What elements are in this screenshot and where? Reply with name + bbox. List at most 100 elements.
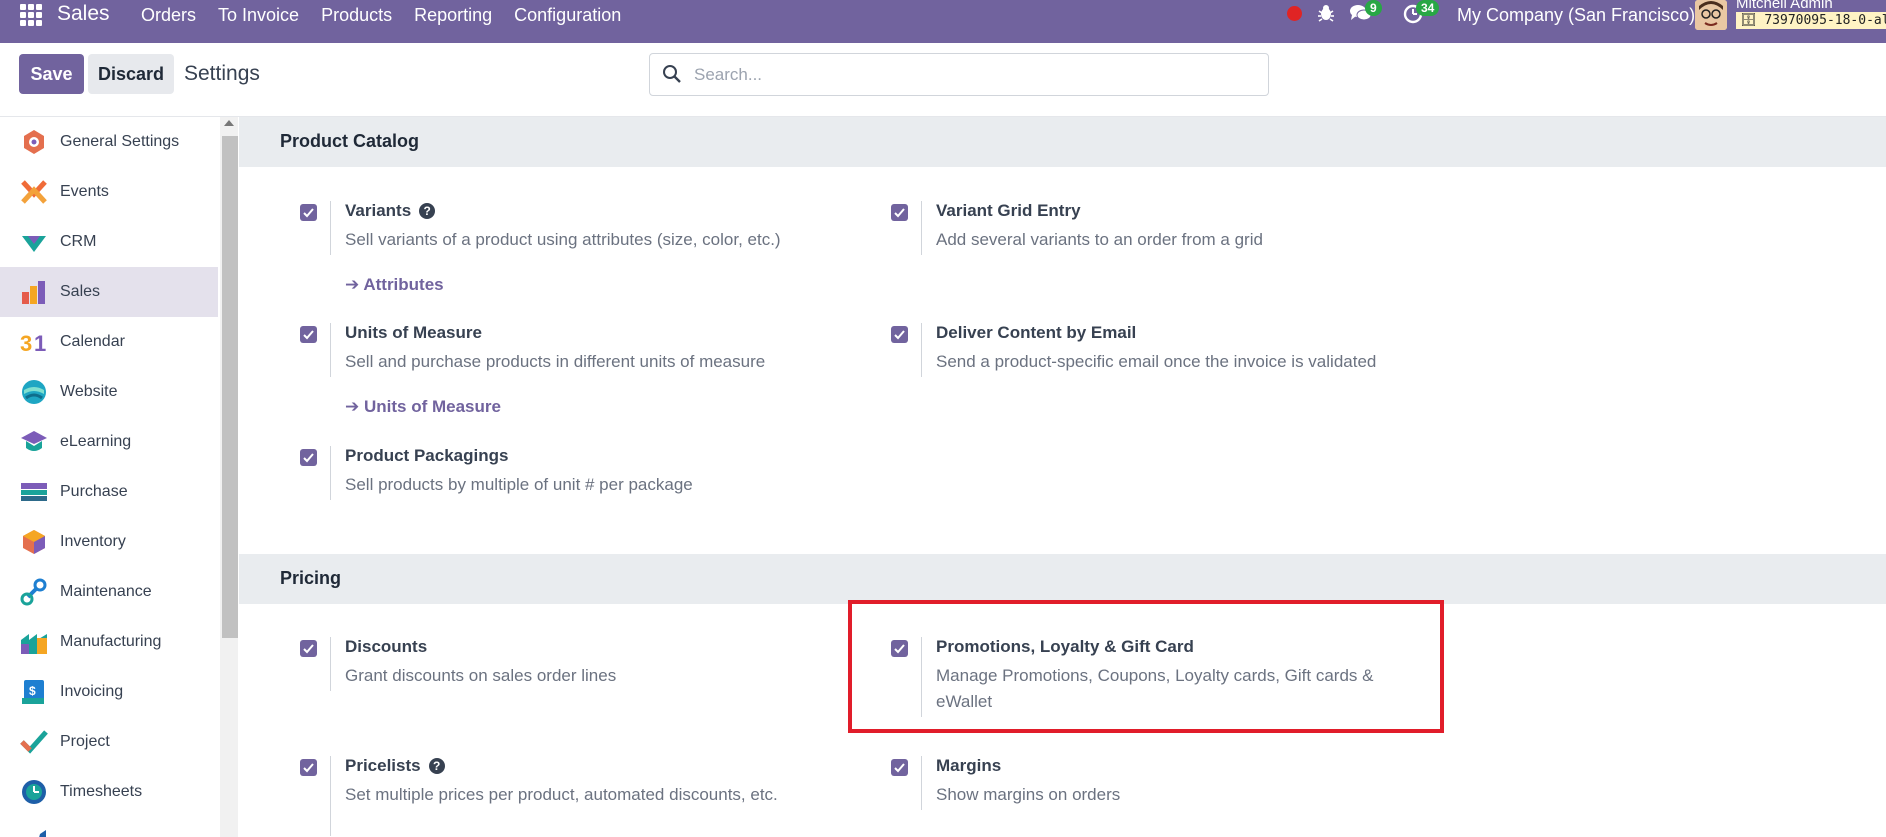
sidebar-label: Project [60, 733, 110, 750]
scroll-up-arrow[interactable] [224, 120, 234, 126]
discard-button[interactable]: Discard [88, 54, 174, 94]
crm-icon [22, 236, 46, 252]
recording-icon[interactable] [1287, 6, 1302, 21]
main-menu: Orders To Invoice Products Reporting Con… [130, 5, 632, 26]
sidebar-label: Sales [60, 283, 101, 300]
packagings-checkbox[interactable] [300, 449, 317, 466]
margins-checkbox[interactable] [891, 759, 908, 776]
divider [330, 446, 331, 500]
link-text: Units of Measure [363, 397, 501, 416]
svg-text:1: 1 [34, 331, 46, 356]
svg-text:3: 3 [20, 331, 32, 356]
timesheets-icon [22, 780, 46, 804]
section-header-pricing: Pricing [239, 554, 1886, 604]
setting-title-text: Pricelists [345, 756, 421, 775]
search-box[interactable] [649, 53, 1269, 96]
database-name: 🗄 73970095-18-0-all [1736, 12, 1886, 29]
database-name-text: 73970095-18-0-all [1764, 13, 1886, 28]
divider [921, 756, 922, 810]
search-icon [663, 65, 681, 83]
sidebar-item-sales[interactable]: Sales [0, 267, 218, 317]
sidebar-item-general-settings[interactable]: General Settings [0, 117, 218, 167]
sidebar-label: Maintenance [60, 583, 152, 600]
website-icon [22, 380, 46, 404]
calendar-icon: 3 1 [20, 331, 46, 356]
sidebar-item-elearning[interactable]: eLearning [0, 417, 218, 467]
setting-description: Sell variants of a product using attribu… [345, 230, 781, 249]
invoicing-icon: $ [22, 680, 44, 704]
menu-configuration[interactable]: Configuration [503, 5, 632, 26]
apps-menu-icon[interactable] [20, 4, 42, 26]
sidebar-label: eLearning [60, 433, 132, 450]
user-avatar[interactable] [1695, 0, 1727, 30]
settings-sidebar: General Settings Events CRM Sales 3 1 Ca… [0, 117, 238, 837]
setting-title: Units of Measure [345, 323, 482, 342]
sidebar-item-website[interactable]: Website [0, 367, 218, 417]
setting-description: Set multiple prices per product, automat… [345, 785, 778, 804]
sidebar-label: Calendar [60, 333, 125, 350]
chat-count-badge: 9 [1365, 0, 1382, 16]
search-input[interactable] [694, 60, 1254, 90]
maintenance-icon [20, 578, 47, 606]
menu-to-invoice[interactable]: To Invoice [207, 5, 310, 26]
divider [921, 323, 922, 377]
menu-reporting[interactable]: Reporting [403, 5, 503, 26]
sidebar-item-manufacturing[interactable]: Manufacturing [0, 617, 218, 667]
sidebar-item-inventory[interactable]: Inventory [0, 517, 218, 567]
setting-title: Deliver Content by Email [936, 323, 1137, 342]
uom-checkbox[interactable] [300, 326, 317, 343]
divider [330, 637, 331, 691]
partial-app-icon [39, 830, 46, 837]
app-brand[interactable]: Sales [57, 2, 110, 26]
sidebar-item-events[interactable]: Events [0, 167, 218, 217]
sidebar-item-calendar[interactable]: 3 1 Calendar [0, 317, 218, 367]
bug-icon[interactable] [1316, 3, 1336, 23]
sidebar-item-project[interactable]: Project [0, 717, 218, 767]
deliver-email-checkbox[interactable] [891, 326, 908, 343]
menu-products[interactable]: Products [310, 5, 403, 26]
divider [330, 756, 331, 836]
setting-description: Show margins on orders [936, 785, 1121, 804]
page-title: Settings [184, 62, 260, 85]
general-settings-icon [24, 130, 44, 154]
setting-title: Margins [936, 756, 1002, 775]
pricelists-checkbox[interactable] [300, 759, 317, 776]
menu-orders[interactable]: Orders [130, 5, 207, 26]
sidebar-item-purchase[interactable]: Purchase [0, 467, 218, 517]
section-title: Pricing [280, 568, 342, 588]
svg-text:$: $ [29, 684, 36, 698]
elearning-icon [21, 431, 47, 451]
purchase-icon [21, 483, 47, 501]
save-button[interactable]: Save [19, 54, 84, 94]
sidebar-label: General Settings [60, 133, 180, 150]
attributes-link[interactable]: ➔ Attributes [345, 275, 444, 295]
scrollbar-thumb[interactable] [222, 136, 238, 638]
sidebar-item-timesheets[interactable]: Timesheets [0, 767, 218, 817]
sidebar-item-crm[interactable]: CRM [0, 217, 218, 267]
link-text: Attributes [363, 275, 444, 294]
divider [330, 323, 331, 377]
setting-title: Discounts [345, 637, 428, 656]
sidebar-label: CRM [60, 233, 97, 250]
sidebar-item-partial[interactable] [0, 817, 218, 837]
help-icon[interactable]: ? [419, 203, 436, 219]
setting-title-text: Variants [345, 201, 412, 220]
discounts-checkbox[interactable] [300, 640, 317, 657]
sidebar-label: Invoicing [60, 683, 124, 700]
sidebar-label: Purchase [60, 483, 128, 500]
user-name[interactable]: Mitchell Admin [1736, 0, 1833, 12]
setting-description: Grant discounts on sales order lines [345, 666, 617, 685]
section-header-product-catalog: Product Catalog [239, 117, 1886, 167]
variants-checkbox[interactable] [300, 204, 317, 221]
variant-grid-checkbox[interactable] [891, 204, 908, 221]
sales-icon [22, 281, 45, 304]
control-panel: Save Discard Settings [0, 43, 1886, 117]
sidebar-item-maintenance[interactable]: Maintenance [0, 567, 218, 617]
company-switcher[interactable]: My Company (San Francisco) [1457, 5, 1695, 26]
highlight-box [848, 600, 1444, 733]
help-icon[interactable]: ? [428, 758, 445, 774]
sidebar-label: Events [60, 183, 109, 200]
sidebar-item-invoicing[interactable]: $ Invoicing [0, 667, 218, 717]
units-of-measure-link[interactable]: ➔ Units of Measure [345, 397, 501, 417]
setting-description: Sell and purchase products in different … [345, 352, 766, 371]
